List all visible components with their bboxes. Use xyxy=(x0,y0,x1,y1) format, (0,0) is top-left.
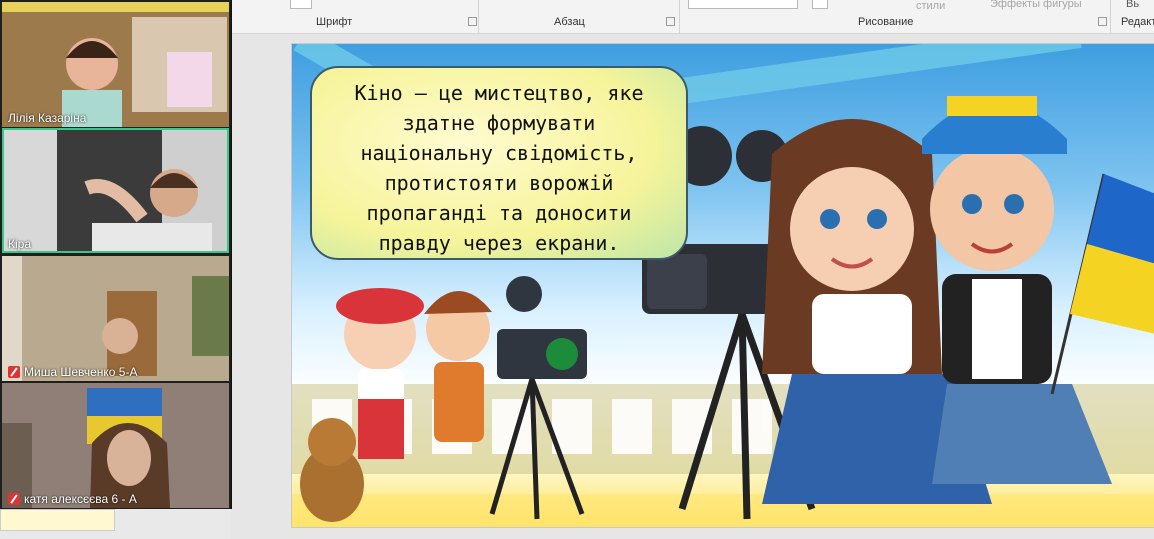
mic-muted-icon xyxy=(8,366,20,378)
select-button-label[interactable]: Вь xyxy=(1126,0,1139,10)
participant-name: Лілія Казаріна xyxy=(8,111,86,125)
participant-name: Кіра xyxy=(8,237,31,251)
participant-name: Миша Шевченко 5-А xyxy=(8,365,137,379)
participant-tile[interactable]: Лілія Казаріна xyxy=(2,2,229,127)
group-drawing-label: Рисование xyxy=(858,16,914,28)
shape-effects-label[interactable]: Эффекты фигуры xyxy=(990,0,1082,10)
participant-video-feed xyxy=(2,256,229,381)
participant-video-feed xyxy=(2,128,229,253)
quote-text: Кіно — це мистецтво, яке здатне формуват… xyxy=(354,81,644,255)
group-separator xyxy=(1110,0,1111,33)
participant-video-feed xyxy=(2,2,229,127)
video-participants-panel: Лілія Казаріна Кіра Миша Шевченко 5-А ка… xyxy=(0,0,232,509)
participant-tile[interactable]: Миша Шевченко 5-А xyxy=(2,256,229,381)
font-size-box[interactable] xyxy=(290,0,312,9)
shape-gallery-box[interactable] xyxy=(688,0,798,9)
participant-name-text: Кіра xyxy=(8,237,32,251)
slide-thumbnail-strip[interactable] xyxy=(0,509,115,531)
participant-name: катя алексєєва 6 - А xyxy=(8,492,137,506)
participant-tile[interactable]: катя алексєєва 6 - А xyxy=(2,383,229,508)
group-font-label: Шрифт xyxy=(316,16,353,28)
font-dialog-launcher-icon[interactable] xyxy=(468,17,477,26)
quick-styles-label[interactable]: стили xyxy=(916,0,945,12)
group-editing-label: Редакт xyxy=(1121,16,1154,28)
participant-name-text: Миша Шевченко 5-А xyxy=(24,365,138,379)
group-paragraph-label: Абзац xyxy=(554,16,585,28)
group-separator xyxy=(679,0,680,33)
mic-muted-icon xyxy=(8,493,20,505)
shape-gallery-scroll[interactable] xyxy=(812,0,828,9)
participant-name-text: Лілія Казаріна xyxy=(8,111,87,125)
paragraph-dialog-launcher-icon[interactable] xyxy=(666,17,675,26)
participant-name-text: катя алексєєва 6 - А xyxy=(24,492,137,506)
participant-video-feed xyxy=(2,383,229,508)
current-slide[interactable]: Кіно — це мистецтво, яке здатне формуват… xyxy=(291,43,1154,528)
participant-tile-active[interactable]: Кіра xyxy=(2,128,229,253)
quote-speech-bubble[interactable]: Кіно — це мистецтво, яке здатне формуват… xyxy=(310,66,688,260)
drawing-dialog-launcher-icon[interactable] xyxy=(1098,17,1107,26)
group-separator xyxy=(478,0,479,33)
